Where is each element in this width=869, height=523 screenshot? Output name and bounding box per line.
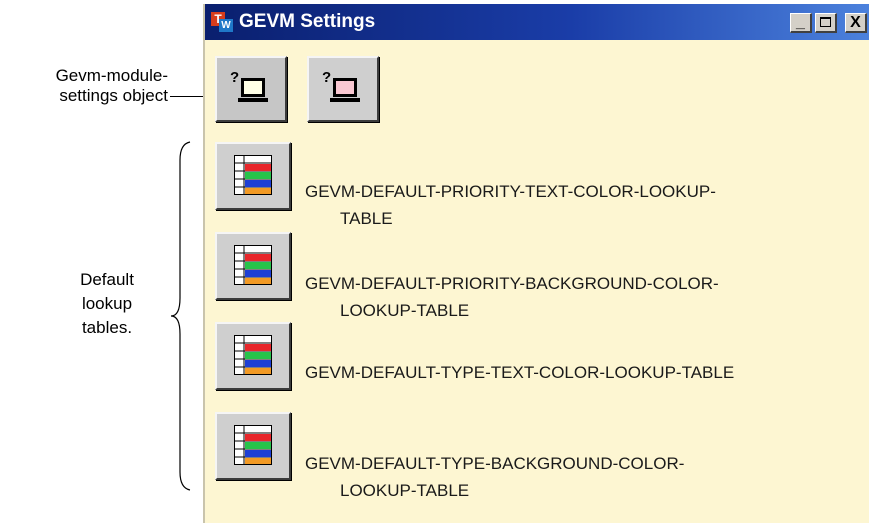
curly-brace <box>170 141 191 491</box>
title-bar[interactable]: T W GEVM Settings _ X <box>205 4 869 40</box>
svg-text:?: ? <box>230 69 239 86</box>
gevm-module-settings-alt-button[interactable]: ? <box>307 56 379 122</box>
minimize-button[interactable]: _ <box>790 13 812 33</box>
color-table-icon <box>234 155 272 195</box>
color-table-icon <box>234 425 272 465</box>
minimize-icon: _ <box>796 14 805 31</box>
lookup-table-button-1[interactable] <box>215 142 291 210</box>
svg-text:?: ? <box>322 69 331 86</box>
maximize-button[interactable] <box>815 13 837 33</box>
callout-settings-object: Gevm-module- settings object <box>55 66 168 105</box>
computer-question-icon: ? <box>322 69 360 102</box>
lookup-table-label-3[interactable]: GEVM-DEFAULT-TYPE-TEXT-COLOR-LOOKUP-TABL… <box>305 359 734 386</box>
computer-question-icon: ? <box>230 69 268 102</box>
lookup-table-label-1[interactable]: GEVM-DEFAULT-PRIORITY-TEXT-COLOR-LOOKUP-… <box>305 178 716 232</box>
color-table-icon <box>234 335 272 375</box>
color-table-icon <box>234 245 272 285</box>
window-title: GEVM Settings <box>239 11 376 32</box>
lookup-table-button-3[interactable] <box>215 322 291 390</box>
callout-default-tables: Default lookup tables. <box>80 270 134 337</box>
gevm-settings-window: T W GEVM Settings _ X ? ? GEVM-DEFAULT-P… <box>203 4 869 523</box>
lookup-table-label-4[interactable]: GEVM-DEFAULT-TYPE-BACKGROUND-COLOR- LOOK… <box>305 450 684 504</box>
gevm-module-settings-button[interactable]: ? <box>215 56 287 122</box>
maximize-icon <box>820 17 831 27</box>
close-button[interactable]: X <box>845 13 867 33</box>
app-icon[interactable]: T W <box>211 12 233 32</box>
lookup-table-button-2[interactable] <box>215 232 291 300</box>
lookup-table-button-4[interactable] <box>215 412 291 480</box>
lookup-table-label-2[interactable]: GEVM-DEFAULT-PRIORITY-BACKGROUND-COLOR- … <box>305 270 719 324</box>
close-icon: X <box>850 14 861 31</box>
